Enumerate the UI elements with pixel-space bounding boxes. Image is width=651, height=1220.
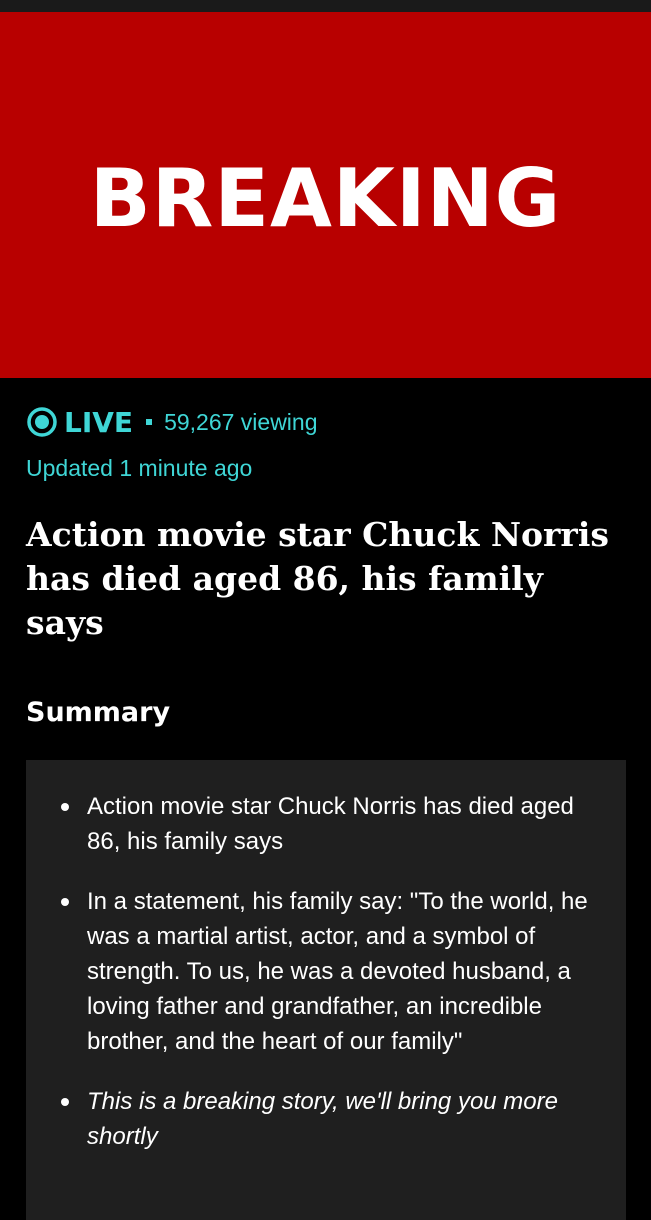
summary-heading: Summary <box>26 697 171 728</box>
breaking-banner: BREAKING <box>0 12 651 378</box>
summary-item-text: Action movie star Chuck Norris has died … <box>87 793 574 855</box>
summary-item: In a statement, his family say: "To the … <box>61 884 606 1059</box>
live-status-row: LIVE 59,267 viewing <box>26 404 318 440</box>
separator-dot <box>146 419 153 425</box>
breaking-label: BREAKING <box>89 152 562 245</box>
status-strip <box>0 0 651 12</box>
summary-item: Action movie star Chuck Norris has died … <box>61 789 606 859</box>
live-broadcast-icon <box>26 406 58 438</box>
bullet-icon <box>61 1098 69 1106</box>
summary-item: This is a breaking story, we'll bring yo… <box>61 1084 606 1154</box>
live-label: LIVE <box>64 405 134 439</box>
bullet-icon <box>61 803 69 811</box>
summary-list: Action movie star Chuck Norris has died … <box>26 760 626 1154</box>
viewer-count: 59,267 viewing <box>164 408 318 435</box>
updated-timestamp: Updated 1 minute ago <box>26 455 253 481</box>
bullet-icon <box>61 898 69 906</box>
summary-item-text: This is a breaking story, we'll bring yo… <box>87 1088 558 1150</box>
summary-item-text: In a statement, his family say: "To the … <box>87 888 588 1055</box>
summary-box: Action movie star Chuck Norris has died … <box>26 760 626 1220</box>
article-headline: Action movie star Chuck Norris has died … <box>26 515 609 642</box>
